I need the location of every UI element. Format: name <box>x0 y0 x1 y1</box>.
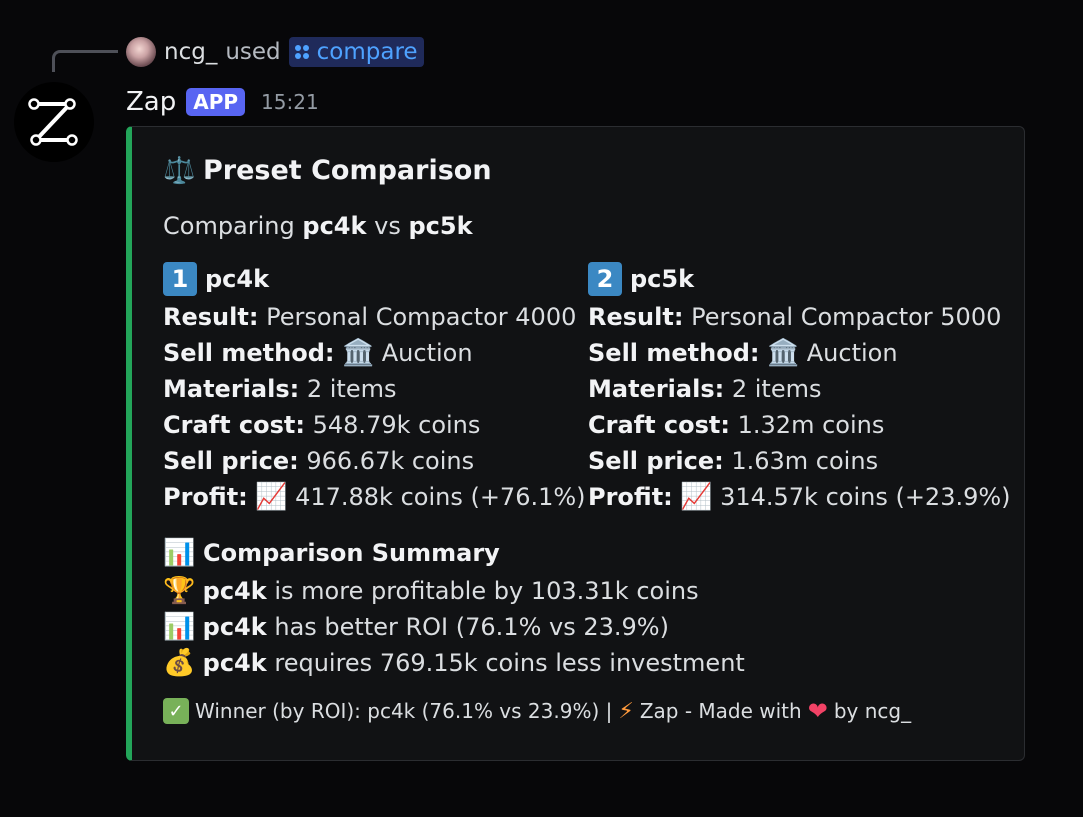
embed-footer: ✓ Winner (by ROI): pc4k (76.1% vs 23.9%)… <box>163 697 911 725</box>
message-header: Zap APP 15:21 <box>126 84 319 120</box>
result-line: Result: Personal Compactor 5000 <box>588 303 1002 331</box>
summary-line-roi: 📊 pc4k has better ROI (76.1% vs 23.9%) <box>163 609 745 645</box>
footer-winner-text: Winner (by ROI): pc4k (76.1% vs 23.9%) | <box>195 699 613 723</box>
check-mark-icon: ✓ <box>163 698 189 724</box>
heart-icon: ❤ <box>807 697 828 725</box>
summary-line-investment: 💰 pc4k requires 769.15k coins less inves… <box>163 645 745 681</box>
reply-connector <box>52 50 118 72</box>
command-mention[interactable]: compare <box>288 37 424 67</box>
craft-cost-line: Craft cost: 1.32m coins <box>588 411 885 439</box>
sell-method-line: Sell method: 🏛️ Auction <box>163 335 586 371</box>
field-title: 2 pc5k <box>588 259 1011 299</box>
embed-description: Comparing pc4k vs pc5k <box>163 212 473 240</box>
profit-line: Profit: 📈 314.57k coins (+23.9%) <box>588 479 1011 515</box>
footer-made-with: Zap - Made with <box>639 699 802 723</box>
bot-name[interactable]: Zap <box>126 87 176 117</box>
comparison-summary: 📊 Comparison Summary 🏆 pc4k is more prof… <box>163 533 745 681</box>
sell-price-line: Sell price: 966.67k coins <box>163 447 475 475</box>
desc-preset-a: pc4k <box>302 212 367 240</box>
field-title-text: pc4k <box>205 265 270 293</box>
craft-cost-line: Craft cost: 548.79k coins <box>163 411 481 439</box>
desc-prefix: Comparing <box>163 212 295 240</box>
summary-title-text: Comparison Summary <box>203 539 500 567</box>
embed-title: ⚖️ Preset Comparison <box>163 155 492 186</box>
user-avatar[interactable] <box>126 37 156 67</box>
money-bag-icon: 💰 <box>163 648 196 678</box>
reply-header: ncg_ used compare <box>126 36 424 68</box>
embed-title-text: Preset Comparison <box>203 155 492 186</box>
field-title-text: pc5k <box>630 265 695 293</box>
app-badge: APP <box>186 88 246 116</box>
summary-line-profit: 🏆 pc4k is more profitable by 103.31k coi… <box>163 573 745 609</box>
field-preset-2: 2 pc5k Result: Personal Compactor 5000 S… <box>588 259 1011 515</box>
desc-preset-b: pc5k <box>408 212 473 240</box>
footer-author: by ncg_ <box>833 699 912 723</box>
zap-logo-icon <box>28 98 78 146</box>
keycap-one-icon: 1 <box>163 262 197 296</box>
message-timestamp[interactable]: 15:21 <box>261 90 319 114</box>
slash-command-icon <box>294 45 309 59</box>
command-name: compare <box>316 39 418 65</box>
embed-card: ⚖️ Preset Comparison Comparing pc4k vs p… <box>126 126 1025 761</box>
materials-line: Materials: 2 items <box>588 375 822 403</box>
summary-title: 📊 Comparison Summary <box>163 533 745 573</box>
keycap-two-icon: 2 <box>588 262 622 296</box>
chart-increasing-icon: 📈 <box>680 482 713 512</box>
reply-username[interactable]: ncg_ <box>164 39 217 65</box>
field-preset-1: 1 pc4k Result: Personal Compactor 4000 S… <box>163 259 586 515</box>
balance-scale-icon: ⚖️ <box>163 155 196 186</box>
bot-avatar[interactable] <box>14 82 94 162</box>
field-title: 1 pc4k <box>163 259 586 299</box>
bar-chart-icon: 📊 <box>163 538 196 568</box>
reply-used-label: used <box>225 39 281 65</box>
lightning-bolt-icon: ⚡ <box>618 698 634 724</box>
trophy-icon: 🏆 <box>163 576 196 606</box>
materials-line: Materials: 2 items <box>163 375 397 403</box>
bank-icon: 🏛️ <box>342 338 375 368</box>
chart-increasing-icon: 📈 <box>255 482 288 512</box>
sell-price-line: Sell price: 1.63m coins <box>588 447 879 475</box>
sell-method-line: Sell method: 🏛️ Auction <box>588 335 1011 371</box>
result-line: Result: Personal Compactor 4000 <box>163 303 577 331</box>
profit-line: Profit: 📈 417.88k coins (+76.1%) <box>163 479 586 515</box>
bar-chart-icon: 📊 <box>163 612 196 642</box>
bank-icon: 🏛️ <box>767 338 800 368</box>
desc-vs: vs <box>374 212 401 240</box>
